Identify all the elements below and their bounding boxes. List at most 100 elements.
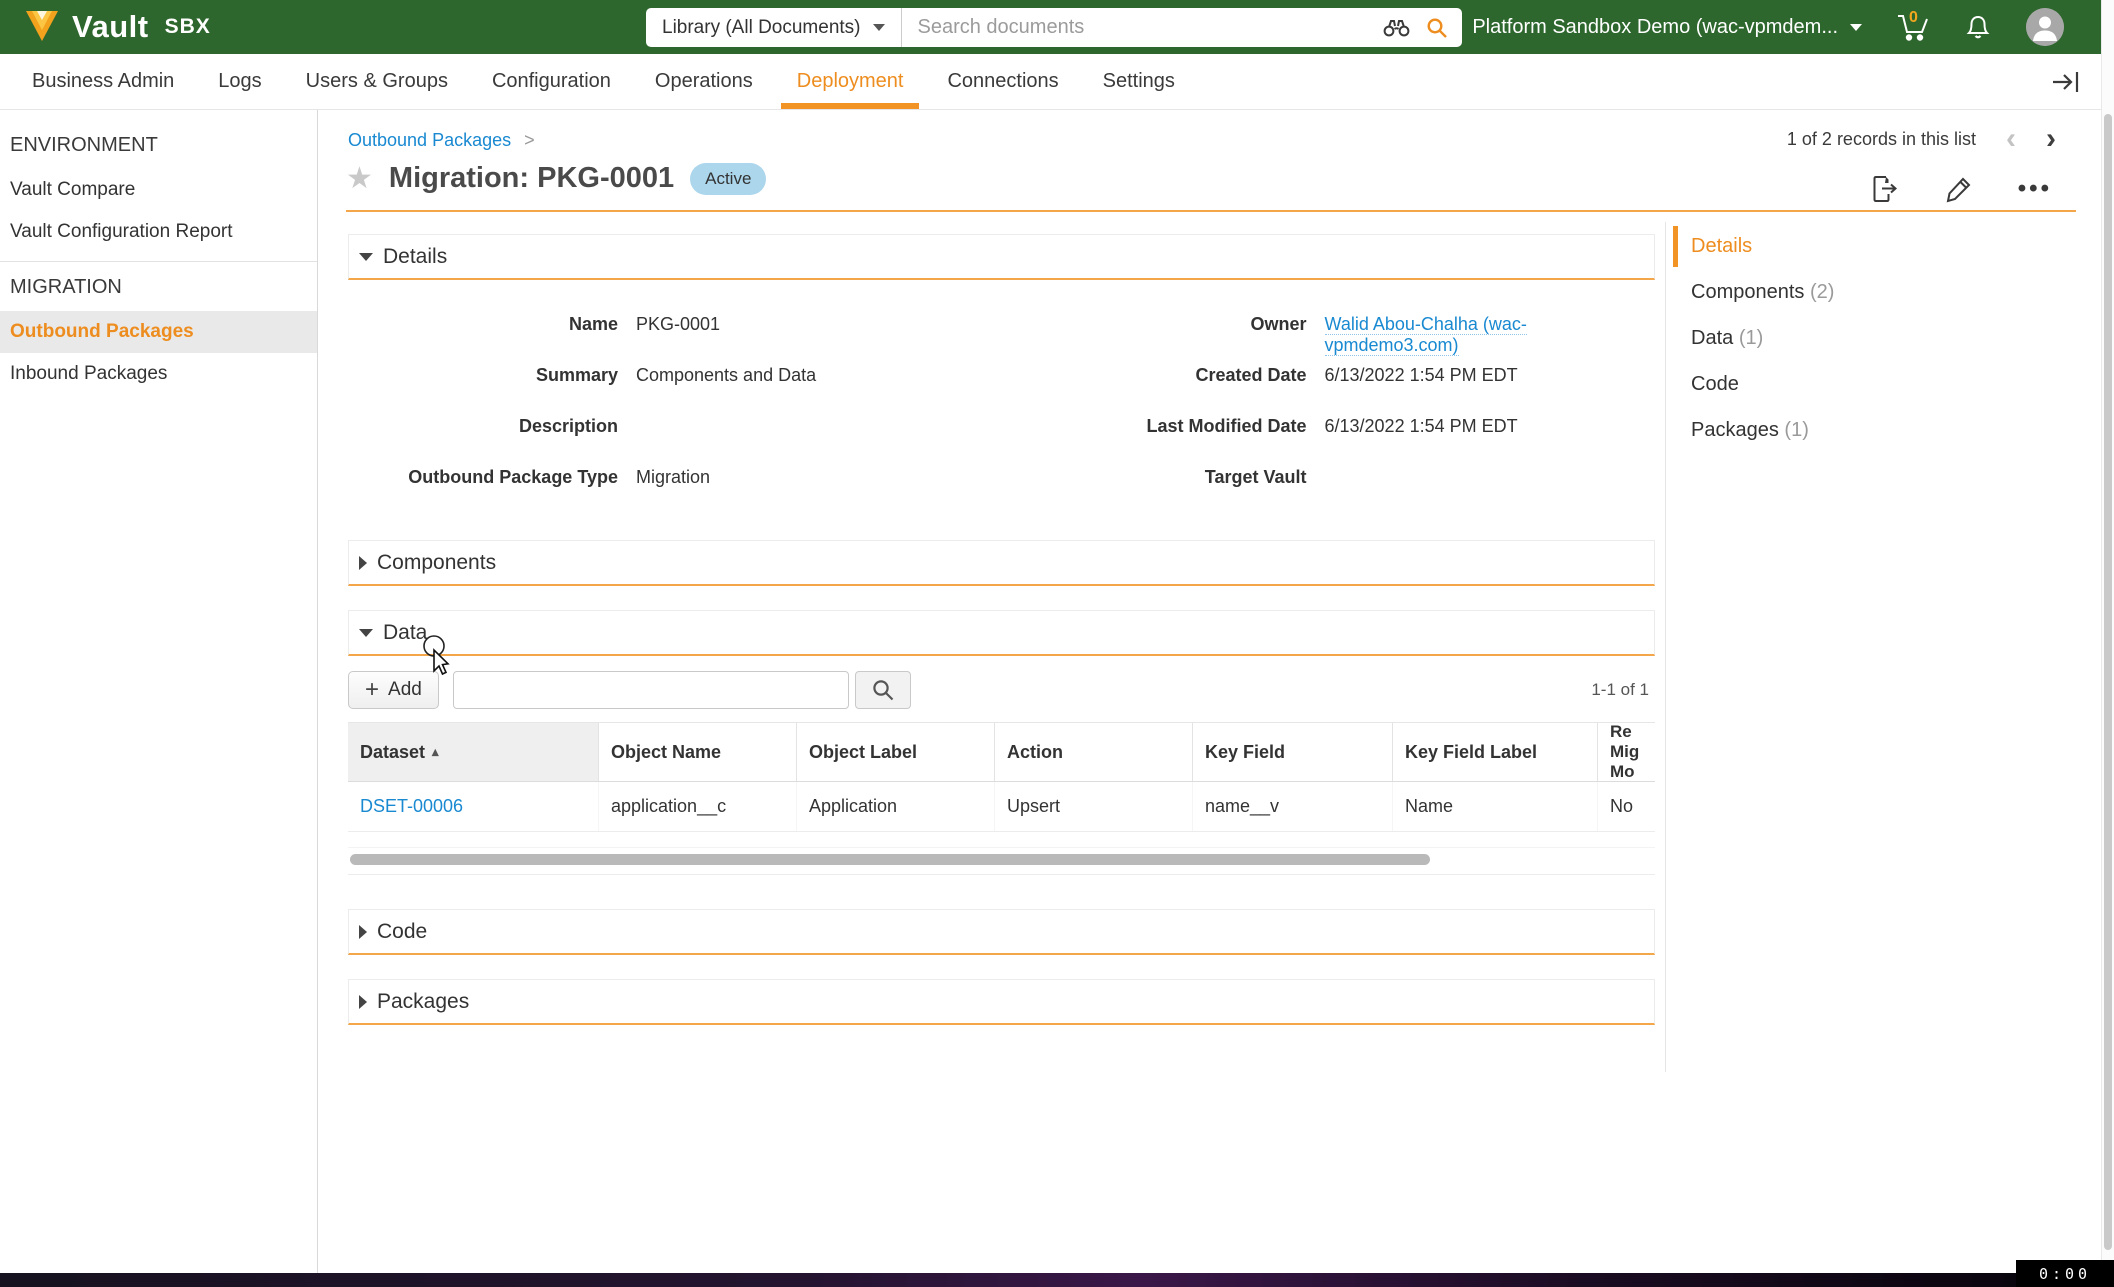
- field-label: Target Vault: [1002, 465, 1307, 488]
- add-button-label: Add: [388, 679, 422, 701]
- tab-business-admin[interactable]: Business Admin: [10, 54, 196, 109]
- page-title: Migration: PKG-0001: [389, 162, 674, 195]
- column-label: Key Field Label: [1405, 742, 1537, 763]
- horizontal-scrollbar: [348, 854, 1655, 866]
- title-divider: [346, 210, 2076, 212]
- section-title: Details: [383, 245, 447, 269]
- column-header-action[interactable]: Action: [995, 723, 1193, 781]
- column-label: Key Field: [1205, 742, 1285, 763]
- sidebar-item-outbound-packages[interactable]: Outbound Packages: [0, 311, 317, 353]
- primary-nav: Business Admin Logs Users & Groups Confi…: [0, 54, 2114, 110]
- vertical-scrollbar-thumb[interactable]: [2104, 114, 2112, 1250]
- field-label: Description: [348, 414, 618, 437]
- details-fields: Name PKG-0001 Summary Components and Dat…: [348, 280, 1655, 540]
- table-row: DSET-00006 application__c Application Up…: [348, 782, 1655, 832]
- anchor-packages[interactable]: Packages (1): [1673, 412, 2073, 449]
- field-value: Migration: [618, 465, 710, 488]
- next-record-chevron[interactable]: ›: [2046, 128, 2056, 150]
- section-header-components[interactable]: Components: [348, 540, 1655, 586]
- brand[interactable]: Vault SBX: [24, 0, 211, 54]
- column-header-record-migration-mode[interactable]: Re Mig Mo: [1598, 723, 1643, 781]
- record-list-position: 1 of 2 records in this list ‹ ›: [1787, 128, 2056, 150]
- edit-pencil-icon[interactable]: [1944, 174, 1974, 204]
- cart-button[interactable]: 0: [1896, 12, 1930, 42]
- field-value: 6/13/2022 1:54 PM EDT: [1307, 363, 1518, 386]
- field-value: PKG-0001: [618, 312, 720, 335]
- sidebar-divider: [0, 261, 317, 262]
- cell-key-field: name__v: [1193, 782, 1393, 831]
- tab-logs[interactable]: Logs: [196, 54, 283, 109]
- environment-label: SBX: [165, 15, 211, 39]
- search-scope-dropdown[interactable]: Library (All Documents): [646, 8, 902, 47]
- search-icon[interactable]: [1426, 17, 1448, 39]
- data-search-input[interactable]: [453, 671, 849, 709]
- tab-settings[interactable]: Settings: [1081, 54, 1197, 109]
- vault-logo-icon: [24, 10, 60, 44]
- dataset-link[interactable]: DSET-00006: [360, 796, 463, 816]
- section-anchor-nav: Details Components (2) Data (1) Code Pac…: [1673, 228, 2073, 458]
- notifications-bell-icon[interactable]: [1964, 12, 1992, 42]
- column-header-key-field[interactable]: Key Field: [1193, 723, 1393, 781]
- tab-connections[interactable]: Connections: [925, 54, 1080, 109]
- top-header: Vault SBX Library (All Documents): [0, 0, 2114, 54]
- main-content: Outbound Packages > 1 of 2 records in th…: [318, 110, 2114, 1273]
- anchor-label: Details: [1691, 235, 1752, 257]
- column-label-line: Re: [1610, 723, 1632, 742]
- anchor-components[interactable]: Components (2): [1673, 274, 2073, 311]
- global-search: Library (All Documents): [646, 8, 1462, 47]
- vault-selector-label: Platform Sandbox Demo (wac-vpmdem...: [1472, 16, 1838, 39]
- previous-record-chevron[interactable]: ‹: [2006, 128, 2016, 150]
- expand-triangle-icon: [359, 925, 367, 939]
- section-header-data[interactable]: Data: [348, 610, 1655, 656]
- sort-ascending-icon: ▴: [432, 744, 439, 760]
- breadcrumb-link-outbound-packages[interactable]: Outbound Packages: [348, 130, 511, 150]
- chevron-down-icon: [1850, 24, 1862, 31]
- tab-configuration[interactable]: Configuration: [470, 54, 633, 109]
- column-header-object-name[interactable]: Object Name: [599, 723, 797, 781]
- export-record-icon[interactable]: [1870, 174, 1900, 204]
- more-actions-icon[interactable]: •••: [2018, 184, 2052, 194]
- user-avatar[interactable]: [2026, 8, 2064, 46]
- section-header-packages[interactable]: Packages: [348, 979, 1655, 1025]
- field-row: Summary Components and Data: [348, 363, 1002, 414]
- column-header-key-field-label[interactable]: Key Field Label: [1393, 723, 1598, 781]
- anchor-code[interactable]: Code: [1673, 366, 2073, 403]
- sidebar-item-vault-compare[interactable]: Vault Compare: [0, 169, 317, 211]
- column-header-object-label[interactable]: Object Label: [797, 723, 995, 781]
- plus-icon: +: [365, 678, 379, 702]
- bottom-bar: [0, 1273, 2114, 1287]
- search-input[interactable]: [902, 16, 1384, 39]
- anchor-data[interactable]: Data (1): [1673, 320, 2073, 357]
- table-empty-area: [348, 832, 1655, 848]
- section-header-details[interactable]: Details: [348, 234, 1655, 280]
- field-row: Description: [348, 414, 1002, 465]
- data-search-button[interactable]: [855, 671, 911, 709]
- binoculars-icon[interactable]: [1383, 18, 1410, 38]
- expand-triangle-icon: [359, 995, 367, 1009]
- collapse-triangle-icon: [359, 629, 373, 637]
- horizontal-scrollbar-thumb[interactable]: [350, 854, 1430, 865]
- section-header-code[interactable]: Code: [348, 909, 1655, 955]
- breadcrumb: Outbound Packages >: [348, 130, 535, 151]
- pagination-range: 1-1 of 1: [1591, 680, 1649, 700]
- field-label: Summary: [348, 363, 618, 386]
- add-dataset-button[interactable]: + Add: [348, 671, 439, 709]
- favorite-star-icon[interactable]: ★: [346, 164, 373, 194]
- column-label: Action: [1007, 742, 1063, 763]
- owner-link[interactable]: Walid Abou-Chalha (wac-vpmdemo3.com): [1325, 314, 1527, 356]
- column-label-line: Mo: [1610, 762, 1635, 781]
- tab-deployment[interactable]: Deployment: [775, 54, 926, 109]
- sidebar-item-vault-configuration-report[interactable]: Vault Configuration Report: [0, 211, 317, 253]
- tab-operations[interactable]: Operations: [633, 54, 775, 109]
- column-header-dataset[interactable]: Dataset ▴: [348, 723, 599, 781]
- anchor-label: Components: [1691, 281, 1804, 303]
- field-value: 6/13/2022 1:54 PM EDT: [1307, 414, 1518, 437]
- sidebar-item-inbound-packages[interactable]: Inbound Packages: [0, 353, 317, 395]
- expand-view-icon[interactable]: [2050, 69, 2082, 95]
- vault-selector[interactable]: Platform Sandbox Demo (wac-vpmdem...: [1472, 16, 1862, 39]
- anchor-details[interactable]: Details: [1673, 228, 2073, 265]
- tab-users-groups[interactable]: Users & Groups: [284, 54, 470, 109]
- anchor-count: (1): [1784, 419, 1808, 441]
- cart-count-badge: 0: [1909, 9, 1918, 27]
- brand-name: Vault: [72, 9, 149, 45]
